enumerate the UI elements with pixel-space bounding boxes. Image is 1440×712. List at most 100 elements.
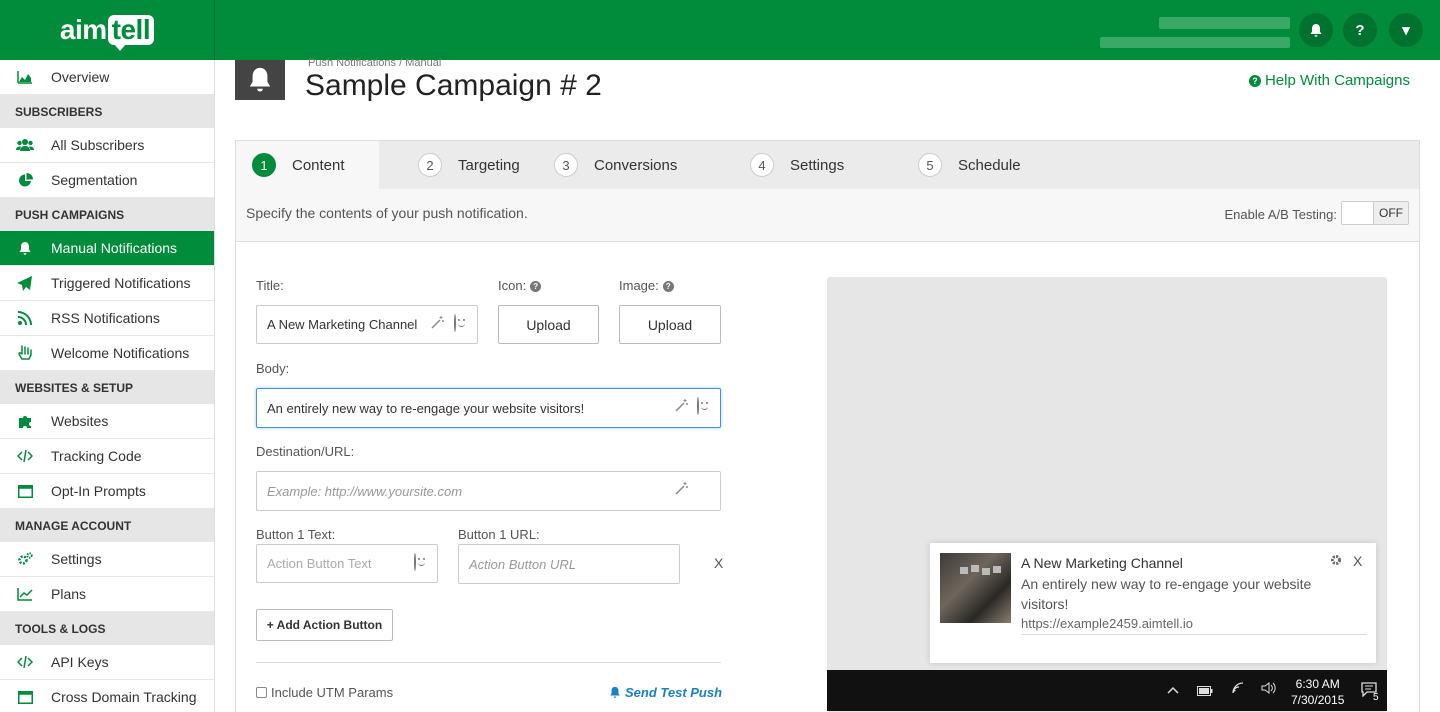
button1-url-placeholder: Action Button URL	[469, 556, 576, 572]
wifi-icon[interactable]	[1232, 682, 1246, 697]
clock-date: 7/30/2015	[1291, 693, 1345, 707]
sidebar-item-label: Triggered Notifications	[51, 275, 191, 291]
icon-label-text: Icon:	[498, 278, 527, 293]
line-chart-icon	[16, 585, 34, 603]
sidebar-item-triggered-notifications[interactable]: Triggered Notifications	[0, 266, 214, 301]
tab-settings[interactable]: 4 Settings	[750, 141, 918, 189]
preview-body: An entirely new way to re-engage your we…	[1021, 576, 1312, 612]
tab-content[interactable]: 1 Content	[236, 141, 379, 189]
tab-label: Targeting	[458, 156, 520, 174]
remove-button1[interactable]: X	[714, 555, 723, 571]
send-test-label: Send Test Push	[625, 685, 723, 700]
emoji-icon[interactable]	[697, 397, 699, 415]
sidebar-item-segmentation[interactable]: Segmentation	[0, 163, 214, 198]
question-icon: ?	[1355, 21, 1365, 39]
sidebar-item-plans[interactable]: Plans	[0, 577, 214, 612]
account-email-redacted	[1100, 37, 1290, 48]
sidebar-item-all-subscribers[interactable]: All Subscribers	[0, 128, 214, 163]
section-header-subscribers: SUBSCRIBERS	[0, 95, 214, 128]
button1-text-input[interactable]: Action Button Text	[256, 544, 438, 583]
clock[interactable]: 6:30 AM 7/30/2015	[1291, 676, 1344, 708]
gear-icon[interactable]	[1330, 554, 1342, 569]
sidebar-item-label: Tracking Code	[51, 448, 142, 464]
sidebar-item-manual-notifications[interactable]: Manual Notifications	[0, 231, 214, 266]
window-icon	[16, 688, 34, 706]
sidebar-item-label: Settings	[51, 551, 102, 567]
ab-testing-toggle[interactable]: OFF	[1341, 201, 1409, 225]
battery-icon[interactable]	[1197, 684, 1213, 699]
help-with-campaigns-link[interactable]: ? Help With Campaigns	[1248, 72, 1410, 89]
toggle-knob	[1342, 202, 1374, 224]
checkbox-box[interactable]	[256, 687, 267, 698]
destination-placeholder: Example: http://www.yoursite.com	[267, 483, 463, 499]
destination-label: Destination/URL:	[256, 444, 355, 459]
close-icon[interactable]: X	[1353, 553, 1362, 569]
logo-text: aim	[59, 14, 107, 45]
button1-url-input[interactable]: Action Button URL	[458, 544, 680, 584]
magic-wand-icon[interactable]	[675, 482, 688, 498]
sidebar-item-websites[interactable]: Websites	[0, 404, 214, 439]
question-circle-icon[interactable]: ?	[662, 281, 674, 292]
tab-label: Content	[292, 156, 345, 174]
puzzle-icon	[16, 412, 34, 430]
sidebar-item-welcome-notifications[interactable]: Welcome Notifications	[0, 336, 214, 371]
notification-count: 5	[1373, 692, 1379, 703]
bell-icon	[610, 686, 620, 698]
ab-testing-label: Enable A/B Testing:	[1224, 207, 1337, 222]
sidebar-item-tracking-code[interactable]: Tracking Code	[0, 439, 214, 474]
tab-schedule[interactable]: 5 Schedule	[918, 141, 1068, 189]
body-input[interactable]: An entirely new way to re-engage your we…	[256, 388, 721, 428]
preview-notification-card: A New Marketing Channel An entirely new …	[930, 543, 1376, 663]
sidebar-item-overview[interactable]: Overview	[0, 60, 214, 95]
users-icon	[16, 136, 34, 154]
preview-url: https://example2459.aimtell.io	[1021, 616, 1193, 631]
sidebar: Overview SUBSCRIBERS All Subscribers Seg…	[0, 60, 215, 712]
emoji-icon[interactable]	[454, 314, 456, 332]
os-taskbar: 6:30 AM 7/30/2015 5	[827, 670, 1387, 711]
logo-bubble: tell	[107, 15, 155, 51]
title-value: A New Marketing Channel	[267, 317, 418, 332]
icon-upload-button[interactable]: Upload	[498, 305, 599, 344]
question-circle-icon: ?	[1248, 74, 1261, 87]
help-button[interactable]: ?	[1343, 13, 1377, 47]
sidebar-item-label: Cross Domain Tracking	[51, 689, 197, 705]
tab-label: Conversions	[594, 156, 678, 174]
rss-icon	[16, 309, 34, 327]
window-icon	[16, 482, 34, 500]
tab-label: Schedule	[958, 156, 1021, 174]
sidebar-item-api-keys[interactable]: API Keys	[0, 645, 214, 680]
account-menu-button[interactable]: ▾	[1389, 13, 1423, 47]
logo[interactable]: aim tell	[0, 0, 215, 60]
send-test-push-link[interactable]: Send Test Push	[609, 685, 722, 700]
image-upload-button[interactable]: Upload	[619, 305, 721, 344]
hand-wave-icon	[16, 344, 34, 362]
utm-params-checkbox[interactable]: Include UTM Params	[256, 685, 393, 700]
notifications-bell-button[interactable]	[1299, 13, 1333, 47]
sidebar-item-rss-notifications[interactable]: RSS Notifications	[0, 301, 214, 336]
sidebar-item-opt-in-prompts[interactable]: Opt-In Prompts	[0, 474, 214, 509]
magic-wand-icon[interactable]	[675, 399, 688, 415]
step-number: 2	[418, 153, 442, 177]
body-value: An entirely new way to re-engage your we…	[267, 400, 585, 416]
sidebar-item-label: Manual Notifications	[51, 240, 178, 256]
tab-targeting[interactable]: 2 Targeting	[379, 141, 554, 189]
volume-icon[interactable]	[1261, 682, 1276, 697]
sidebar-item-settings[interactable]: Settings	[0, 542, 214, 577]
destination-url-input[interactable]: Example: http://www.yoursite.com	[256, 471, 721, 511]
section-header-push-campaigns: PUSH CAMPAIGNS	[0, 198, 214, 231]
campaign-type-badge	[235, 60, 285, 100]
sidebar-item-cross-domain-tracking[interactable]: Cross Domain Tracking	[0, 680, 214, 712]
content-description: Specify the contents of your push notifi…	[246, 205, 528, 221]
tab-conversions[interactable]: 3 Conversions	[554, 141, 750, 189]
question-circle-icon[interactable]: ?	[530, 281, 542, 292]
magic-wand-icon[interactable]	[431, 316, 444, 332]
section-header-manage-account: MANAGE ACCOUNT	[0, 509, 214, 542]
button1-text-label: Button 1 Text:	[256, 527, 336, 542]
breadcrumb[interactable]: Push Notifications / Manual	[308, 57, 441, 69]
sidebar-item-label: API Keys	[51, 654, 109, 670]
clock-time: 6:30 AM	[1295, 677, 1340, 691]
add-action-button[interactable]: + Add Action Button	[256, 609, 393, 641]
title-input[interactable]: A New Marketing Channel	[256, 305, 478, 344]
emoji-icon[interactable]	[414, 553, 416, 571]
chevron-up-icon[interactable]	[1167, 682, 1179, 697]
